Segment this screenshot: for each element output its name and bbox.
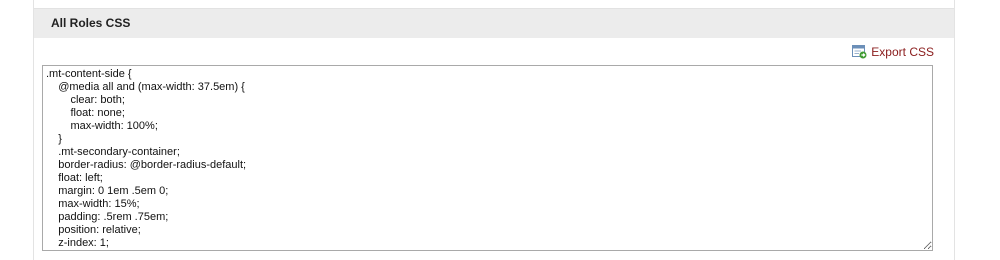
export-css-link[interactable]: Export CSS [852, 45, 934, 59]
css-editor-textarea[interactable] [42, 65, 933, 251]
panel-title: All Roles CSS [51, 16, 131, 30]
panel-header: All Roles CSS [34, 8, 954, 38]
all-roles-css-panel: All Roles CSS Export CSS [33, 0, 955, 260]
export-css-icon [852, 45, 867, 59]
export-css-label: Export CSS [871, 45, 934, 59]
